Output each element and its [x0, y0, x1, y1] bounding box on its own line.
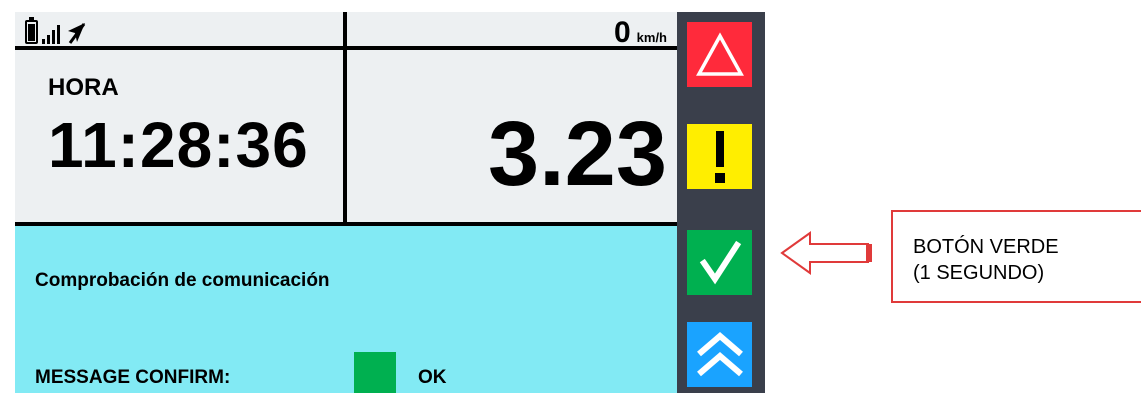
signal-icon: [42, 24, 60, 44]
distance-value: 3.23: [487, 103, 667, 205]
confirm-status-indicator: [354, 352, 396, 393]
callout-arrow-icon: [780, 231, 872, 275]
double-chevron-up-icon: [696, 331, 743, 376]
warning-button[interactable]: [687, 124, 752, 189]
navigation-arrow-icon: [68, 23, 86, 44]
annotation-line: BOTÓN VERDE: [913, 236, 1059, 258]
speed-value: 0: [613, 16, 631, 49]
divider: [343, 12, 347, 224]
side-button-bar: [677, 12, 765, 393]
time-value: 11:28:36: [48, 109, 309, 181]
annotation-text: BOTÓN VERDE (1 SEGUNDO): [913, 234, 1059, 286]
speed-unit: km/h: [636, 30, 667, 45]
time-label: HORA: [48, 74, 119, 101]
device-screen: 0 km/h HORA 11:28:36 3.23 Comprobación d…: [15, 12, 677, 393]
checkmark-icon: [699, 240, 741, 284]
confirm-label: MESSAGE CONFIRM:: [35, 367, 231, 388]
scroll-up-button[interactable]: [687, 322, 752, 387]
speed-readout: 0 km/h: [614, 16, 667, 50]
annotation-line: (1 SEGUNDO): [913, 262, 1045, 284]
annotation-box: BOTÓN VERDE (1 SEGUNDO): [891, 210, 1141, 303]
battery-icon: [25, 17, 38, 44]
confirm-button[interactable]: [687, 230, 752, 295]
message-title: Comprobación de comunicación: [35, 270, 330, 291]
message-panel: Comprobación de comunicación MESSAGE CON…: [15, 226, 677, 393]
alarm-button[interactable]: [687, 22, 752, 87]
status-icons: [25, 17, 86, 44]
exclamation-icon: [714, 130, 725, 183]
confirm-status-text: OK: [418, 367, 447, 388]
alarm-triangle-icon: [695, 31, 744, 76]
